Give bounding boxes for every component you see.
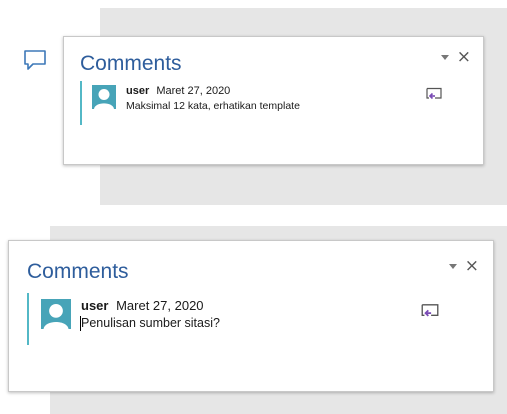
close-icon[interactable]: × [465, 258, 479, 275]
pane-controls: × [448, 258, 479, 275]
comment-text[interactable]: Maksimal 12 kata, erhatikan template [126, 100, 300, 112]
reply-comment-icon[interactable] [425, 87, 443, 103]
comment-thread[interactable]: user Maret 27, 2020 Maksimal 12 kata, er… [80, 81, 462, 125]
comments-pane: Comments × user Maret 27, 2020 Penulisan… [8, 240, 494, 392]
pane-title: Comments [27, 260, 129, 283]
comment-thread[interactable]: user Maret 27, 2020 Penulisan sumber sit… [27, 293, 469, 345]
comments-pane: Comments × user Maret 27, 2020 Maksimal … [63, 36, 484, 165]
comment-body: user Maret 27, 2020 Maksimal 12 kata, er… [126, 85, 300, 112]
comment-meta: user Maret 27, 2020 [81, 298, 220, 313]
user-avatar-icon [41, 299, 71, 329]
word-comments-view: Comments × user Maret 27, 2020 Maksimal … [0, 0, 507, 414]
comment-meta: user Maret 27, 2020 [126, 85, 300, 97]
comment-body: user Maret 27, 2020 Penulisan sumber sit… [80, 298, 220, 331]
user-avatar-icon [92, 85, 116, 109]
comment-text-editing[interactable]: Penulisan sumber sitasi? [80, 316, 220, 331]
caret-down-icon[interactable] [448, 264, 457, 269]
comment-date: Maret 27, 2020 [156, 85, 231, 97]
pane-title: Comments [80, 52, 182, 75]
pane-controls: × [440, 49, 471, 66]
comment-date: Maret 27, 2020 [116, 298, 204, 313]
reply-comment-icon[interactable] [420, 303, 440, 321]
speech-bubble-icon[interactable] [22, 47, 48, 73]
close-icon[interactable]: × [457, 49, 471, 66]
comment-author: user [126, 85, 150, 97]
caret-down-icon[interactable] [440, 55, 449, 60]
comment-author: user [81, 298, 109, 313]
comment-text: Penulisan sumber sitasi? [81, 316, 220, 330]
text-cursor [80, 316, 81, 331]
